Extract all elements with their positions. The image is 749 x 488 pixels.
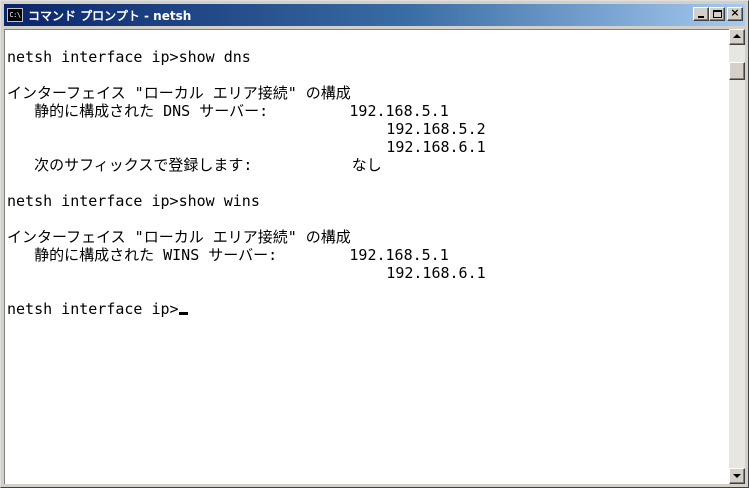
window-title: コマンド プロンプト - netsh [28, 8, 192, 23]
console-window: C:\ コマンド プロンプト - netsh × netsh interface… [0, 0, 749, 488]
console-text: netsh interface ip>show dns インターフェイス "ロー… [7, 48, 486, 318]
console-line: netsh interface ip>show dns [7, 48, 251, 66]
minimize-icon [698, 16, 704, 18]
console-output-area[interactable]: netsh interface ip>show dns インターフェイス "ロー… [4, 29, 729, 484]
console-line: 192.168.6.1 [7, 138, 486, 156]
close-button[interactable]: × [727, 7, 743, 21]
title-bar[interactable]: C:\ コマンド プロンプト - netsh × [4, 4, 745, 26]
console-line: 次のサフィックスで登録します: なし [7, 156, 382, 174]
maximize-icon [713, 10, 722, 18]
console-prompt: netsh interface ip> [7, 300, 179, 318]
console-line: インターフェイス "ローカル エリア接続" の構成 [7, 228, 351, 246]
text-cursor [178, 312, 188, 315]
maximize-button[interactable] [709, 7, 725, 21]
scroll-up-button[interactable] [729, 29, 745, 45]
arrow-up-icon [733, 34, 741, 38]
console-line: 192.168.6.1 [7, 264, 486, 282]
console-line: 静的に構成された WINS サーバー: 192.168.5.1 [7, 246, 449, 264]
command-prompt-icon[interactable]: C:\ [7, 8, 23, 22]
arrow-down-icon [733, 474, 741, 478]
window-controls: × [693, 7, 743, 21]
console-line: 192.168.5.2 [7, 120, 486, 138]
minimize-button[interactable] [693, 7, 709, 21]
console-line: 静的に構成された DNS サーバー: 192.168.5.1 [7, 102, 449, 120]
vertical-scrollbar[interactable] [729, 29, 745, 484]
scroll-down-button[interactable] [729, 468, 745, 484]
close-icon: × [730, 6, 740, 19]
console-line: インターフェイス "ローカル エリア接続" の構成 [7, 84, 351, 102]
console-line: netsh interface ip>show wins [7, 192, 260, 210]
scrollbar-thumb[interactable] [729, 62, 745, 80]
